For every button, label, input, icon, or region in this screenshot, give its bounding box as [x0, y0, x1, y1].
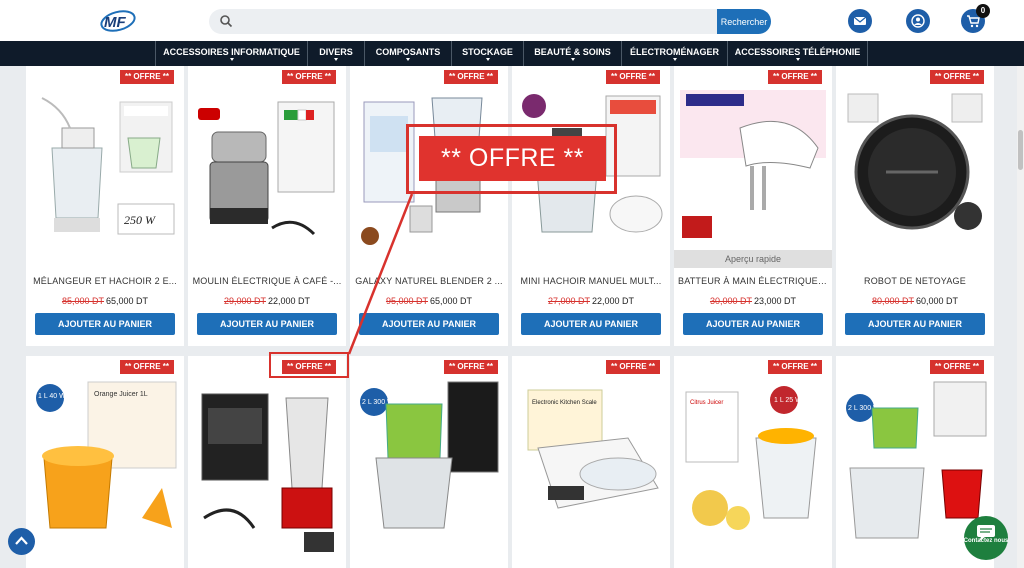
- scrollbar-thumb[interactable]: [1018, 130, 1023, 170]
- scroll-to-top-button[interactable]: [8, 528, 35, 555]
- callout-connector: [347, 193, 414, 355]
- chat-label: Contactez nous: [963, 538, 1009, 544]
- page: MF Rechercher 0 ACCESSOIRES INFORMATIQUE…: [0, 0, 1024, 568]
- chevron-up-icon: [15, 536, 28, 545]
